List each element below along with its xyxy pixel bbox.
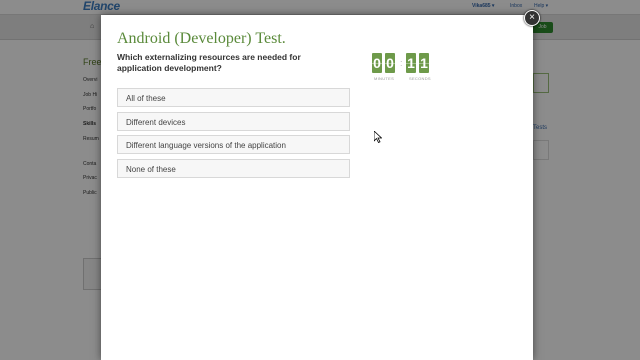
timer-separator: : <box>400 58 403 68</box>
answer-option-4[interactable]: None of these <box>117 159 350 178</box>
answer-option-2[interactable]: Different devices <box>117 112 350 131</box>
mouse-cursor-icon <box>374 131 382 143</box>
question-text: Which externalizing resources are needed… <box>117 52 301 73</box>
timer-minutes-label: MINUTES <box>374 76 395 81</box>
timer-seconds-label: SECONDS <box>409 76 431 81</box>
timer-minutes-tens: 0 <box>372 53 382 73</box>
answer-option-3[interactable]: Different language versions of the appli… <box>117 135 350 154</box>
timer-seconds-tens: 1 <box>406 53 416 73</box>
timer-seconds-ones: 1 <box>419 53 429 73</box>
answer-option-1[interactable]: All of these <box>117 88 350 107</box>
timer-minutes-ones: 0 <box>385 53 395 73</box>
test-title: Android (Developer) Test. <box>117 30 286 47</box>
close-button[interactable]: × <box>524 10 540 26</box>
